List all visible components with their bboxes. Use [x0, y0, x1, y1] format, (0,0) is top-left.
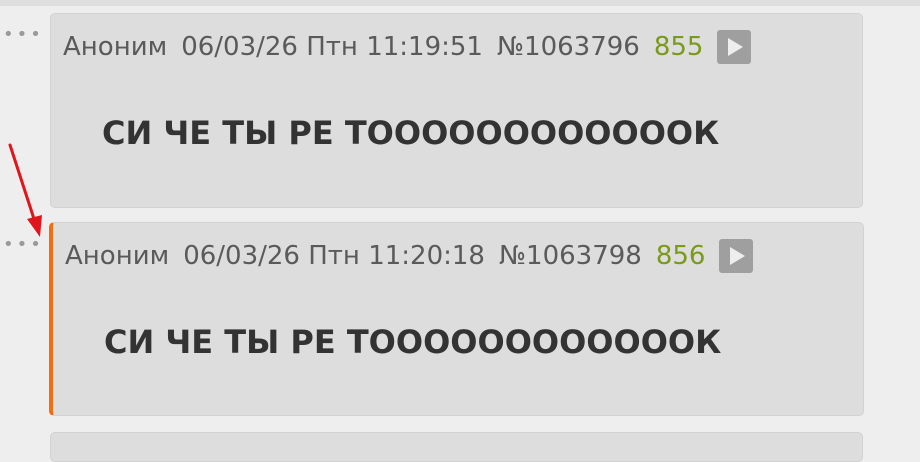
red-arrow-annotation-icon: [8, 143, 42, 237]
